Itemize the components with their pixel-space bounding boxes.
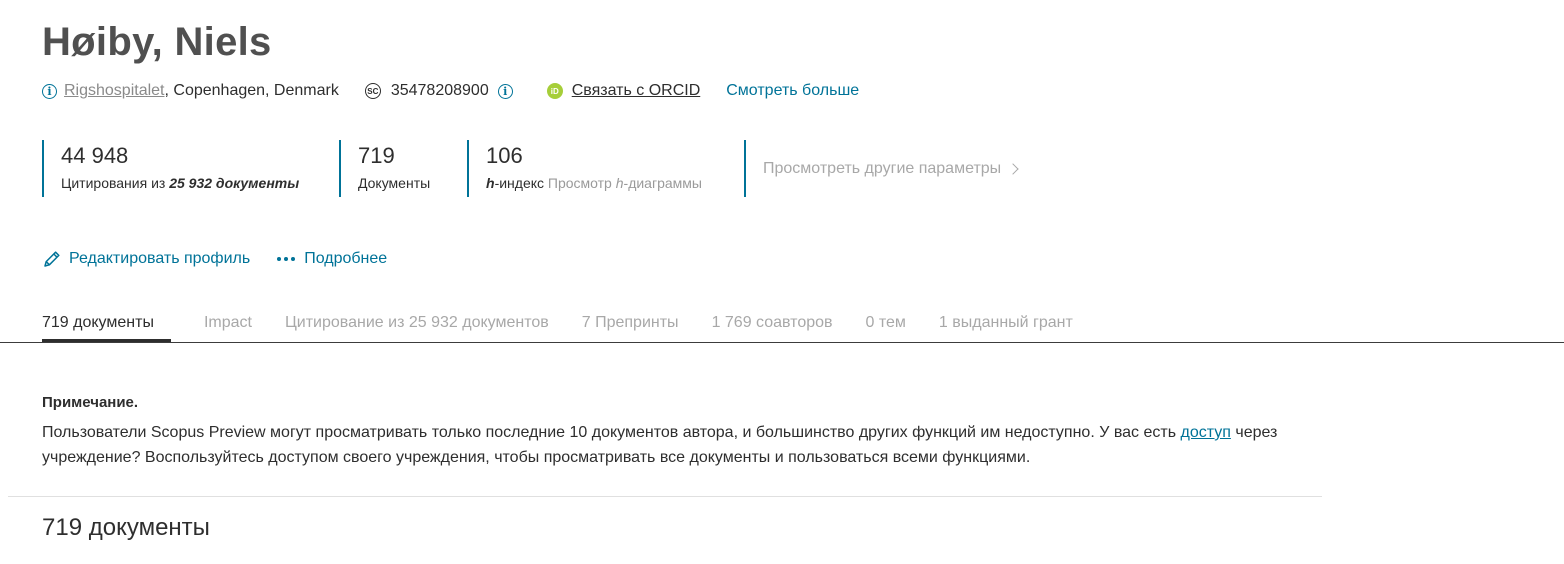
documents-label: Документы	[358, 175, 431, 191]
see-more-link[interactable]: Смотреть больше	[726, 82, 859, 100]
metric-citations[interactable]: 44 948 Цитирования из 25 932 документы	[42, 140, 339, 197]
h-index-h: h	[486, 175, 495, 191]
note-title: Примечание.	[42, 394, 139, 411]
h-graph-suffix: -диаграммы	[623, 175, 702, 191]
chevron-right-icon	[1007, 162, 1019, 175]
metric-h-index[interactable]: 106 h-индекс Просмотр h-диаграммы	[467, 140, 745, 197]
citations-label: Цитирования из 25 932 документы	[61, 175, 339, 191]
more-dots-icon	[277, 257, 296, 261]
documents-value: 719	[358, 143, 395, 168]
documents-heading: 719 документы	[42, 514, 210, 541]
pencil-icon	[44, 251, 60, 267]
access-link[interactable]: доступ	[1181, 424, 1231, 441]
more-metrics-label: Просмотреть другие параметры	[763, 159, 1002, 177]
note-body: Пользователи Scopus Preview могут просма…	[42, 420, 1282, 470]
profile-actions: Редактировать профиль Подробнее	[42, 246, 387, 272]
h-graph-link[interactable]: Просмотр h-диаграммы	[548, 175, 702, 191]
affiliation-location: , Copenhagen, Denmark	[164, 82, 339, 99]
more-metrics-link[interactable]: Просмотреть другие параметры	[763, 140, 1064, 197]
orcid-icon: iD	[546, 83, 563, 99]
info-icon[interactable]: i	[42, 83, 57, 99]
connect-orcid-link[interactable]: Связать с ORCID	[572, 82, 701, 100]
tab-citations[interactable]: Цитирование из 25 932 документов	[285, 311, 549, 342]
scopus-author-id: 35478208900	[390, 82, 489, 99]
tabs-divider	[0, 342, 1564, 343]
metric-more[interactable]: Просмотреть другие параметры	[744, 140, 1064, 197]
tab-topics[interactable]: 0 тем	[866, 311, 906, 342]
author-name: Høiby, Niels	[42, 20, 272, 64]
author-meta-row: i Rigshospitalet , Copenhagen, Denmark S…	[42, 78, 859, 104]
h-index-value: 106	[486, 143, 523, 168]
h-graph-h: h	[615, 175, 624, 191]
info-icon[interactable]: i	[497, 83, 513, 99]
tab-documents[interactable]: 719 документы	[42, 311, 171, 342]
tab-grants[interactable]: 1 выданный грант	[939, 311, 1073, 342]
scopus-id-icon: SC	[364, 83, 381, 99]
tab-impact[interactable]: Impact	[204, 311, 252, 342]
citations-label-docs: 25 932 документы	[169, 175, 300, 191]
citations-label-prefix: Цитирования из	[61, 175, 170, 191]
h-index-suffix: -индекс	[494, 175, 545, 191]
edit-profile-link[interactable]: Редактировать профиль	[69, 250, 250, 268]
h-graph-prefix: Просмотр	[547, 175, 616, 191]
tab-coauthors[interactable]: 1 769 соавторов	[712, 311, 833, 342]
note-text-before: Пользователи Scopus Preview могут просма…	[42, 424, 1181, 441]
affiliation-link[interactable]: Rigshospitalet	[64, 82, 165, 100]
more-details-link[interactable]: Подробнее	[304, 250, 387, 268]
h-index-label: h-индекс Просмотр h-диаграммы	[486, 175, 745, 191]
metric-documents[interactable]: 719 Документы	[339, 140, 467, 197]
profile-tabs: 719 документы Impact Цитирование из 25 9…	[42, 311, 1106, 342]
citations-value: 44 948	[61, 143, 129, 168]
tab-preprints[interactable]: 7 Препринты	[582, 311, 679, 342]
section-divider	[8, 496, 1322, 497]
